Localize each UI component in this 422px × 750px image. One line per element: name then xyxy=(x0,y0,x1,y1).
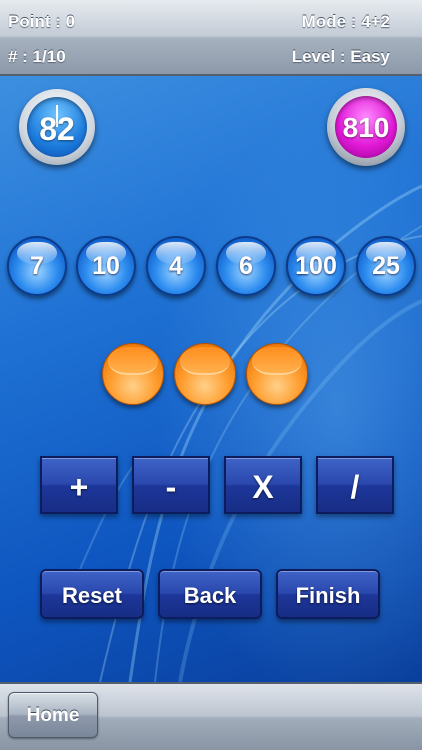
question-progress-label: # : 1/10 xyxy=(8,47,66,66)
number-ball-4[interactable]: 6 xyxy=(216,236,276,296)
mode-label: Mode : 4+2 xyxy=(301,12,390,31)
timer-clock: 82 xyxy=(19,89,95,165)
target-number-ball: 810 xyxy=(327,88,405,166)
operator-label: + xyxy=(69,469,89,505)
point-label: Point : 0 xyxy=(8,12,76,31)
answer-slot-1[interactable] xyxy=(102,343,164,405)
finish-label: Finish xyxy=(295,583,361,608)
timer-value: 82 xyxy=(39,111,75,147)
number-ball-value: 10 xyxy=(92,252,120,280)
number-ball-value: 6 xyxy=(239,252,253,280)
multiply-button[interactable]: X xyxy=(224,456,302,514)
number-ball-2[interactable]: 10 xyxy=(76,236,136,296)
finish-button[interactable]: Finish xyxy=(276,569,380,619)
status-bar: Point : 0 Mode : 4+2 # : 1/10 Level : Ea… xyxy=(0,0,422,76)
divide-button[interactable]: / xyxy=(316,456,394,514)
number-ball-3[interactable]: 4 xyxy=(146,236,206,296)
number-ball-value: 25 xyxy=(372,252,400,280)
operator-label: / xyxy=(350,469,360,505)
answer-slot-3[interactable] xyxy=(246,343,308,405)
number-ball-1[interactable]: 7 xyxy=(7,236,67,296)
number-ball-value: 100 xyxy=(295,252,337,280)
home-label: Home xyxy=(26,705,80,726)
number-ball-value: 4 xyxy=(169,252,183,280)
back-button[interactable]: Back xyxy=(158,569,262,619)
reset-button[interactable]: Reset xyxy=(40,569,144,619)
answer-slot-2[interactable] xyxy=(174,343,236,405)
operator-label: - xyxy=(165,469,177,505)
number-ball-6[interactable]: 25 xyxy=(356,236,416,296)
home-button[interactable]: Home xyxy=(8,692,98,738)
operator-label: X xyxy=(252,469,274,505)
back-label: Back xyxy=(183,583,237,608)
number-ball-5[interactable]: 100 xyxy=(286,236,346,296)
reset-label: Reset xyxy=(62,583,122,608)
target-inner: 810 xyxy=(335,96,397,158)
level-label: Level : Easy xyxy=(291,47,390,66)
clock-face: 82 xyxy=(27,97,87,157)
target-value: 810 xyxy=(342,112,390,143)
plus-button[interactable]: + xyxy=(40,456,118,514)
minus-button[interactable]: - xyxy=(132,456,210,514)
number-ball-value: 7 xyxy=(30,252,44,280)
bottom-toolbar: Home xyxy=(0,682,422,750)
